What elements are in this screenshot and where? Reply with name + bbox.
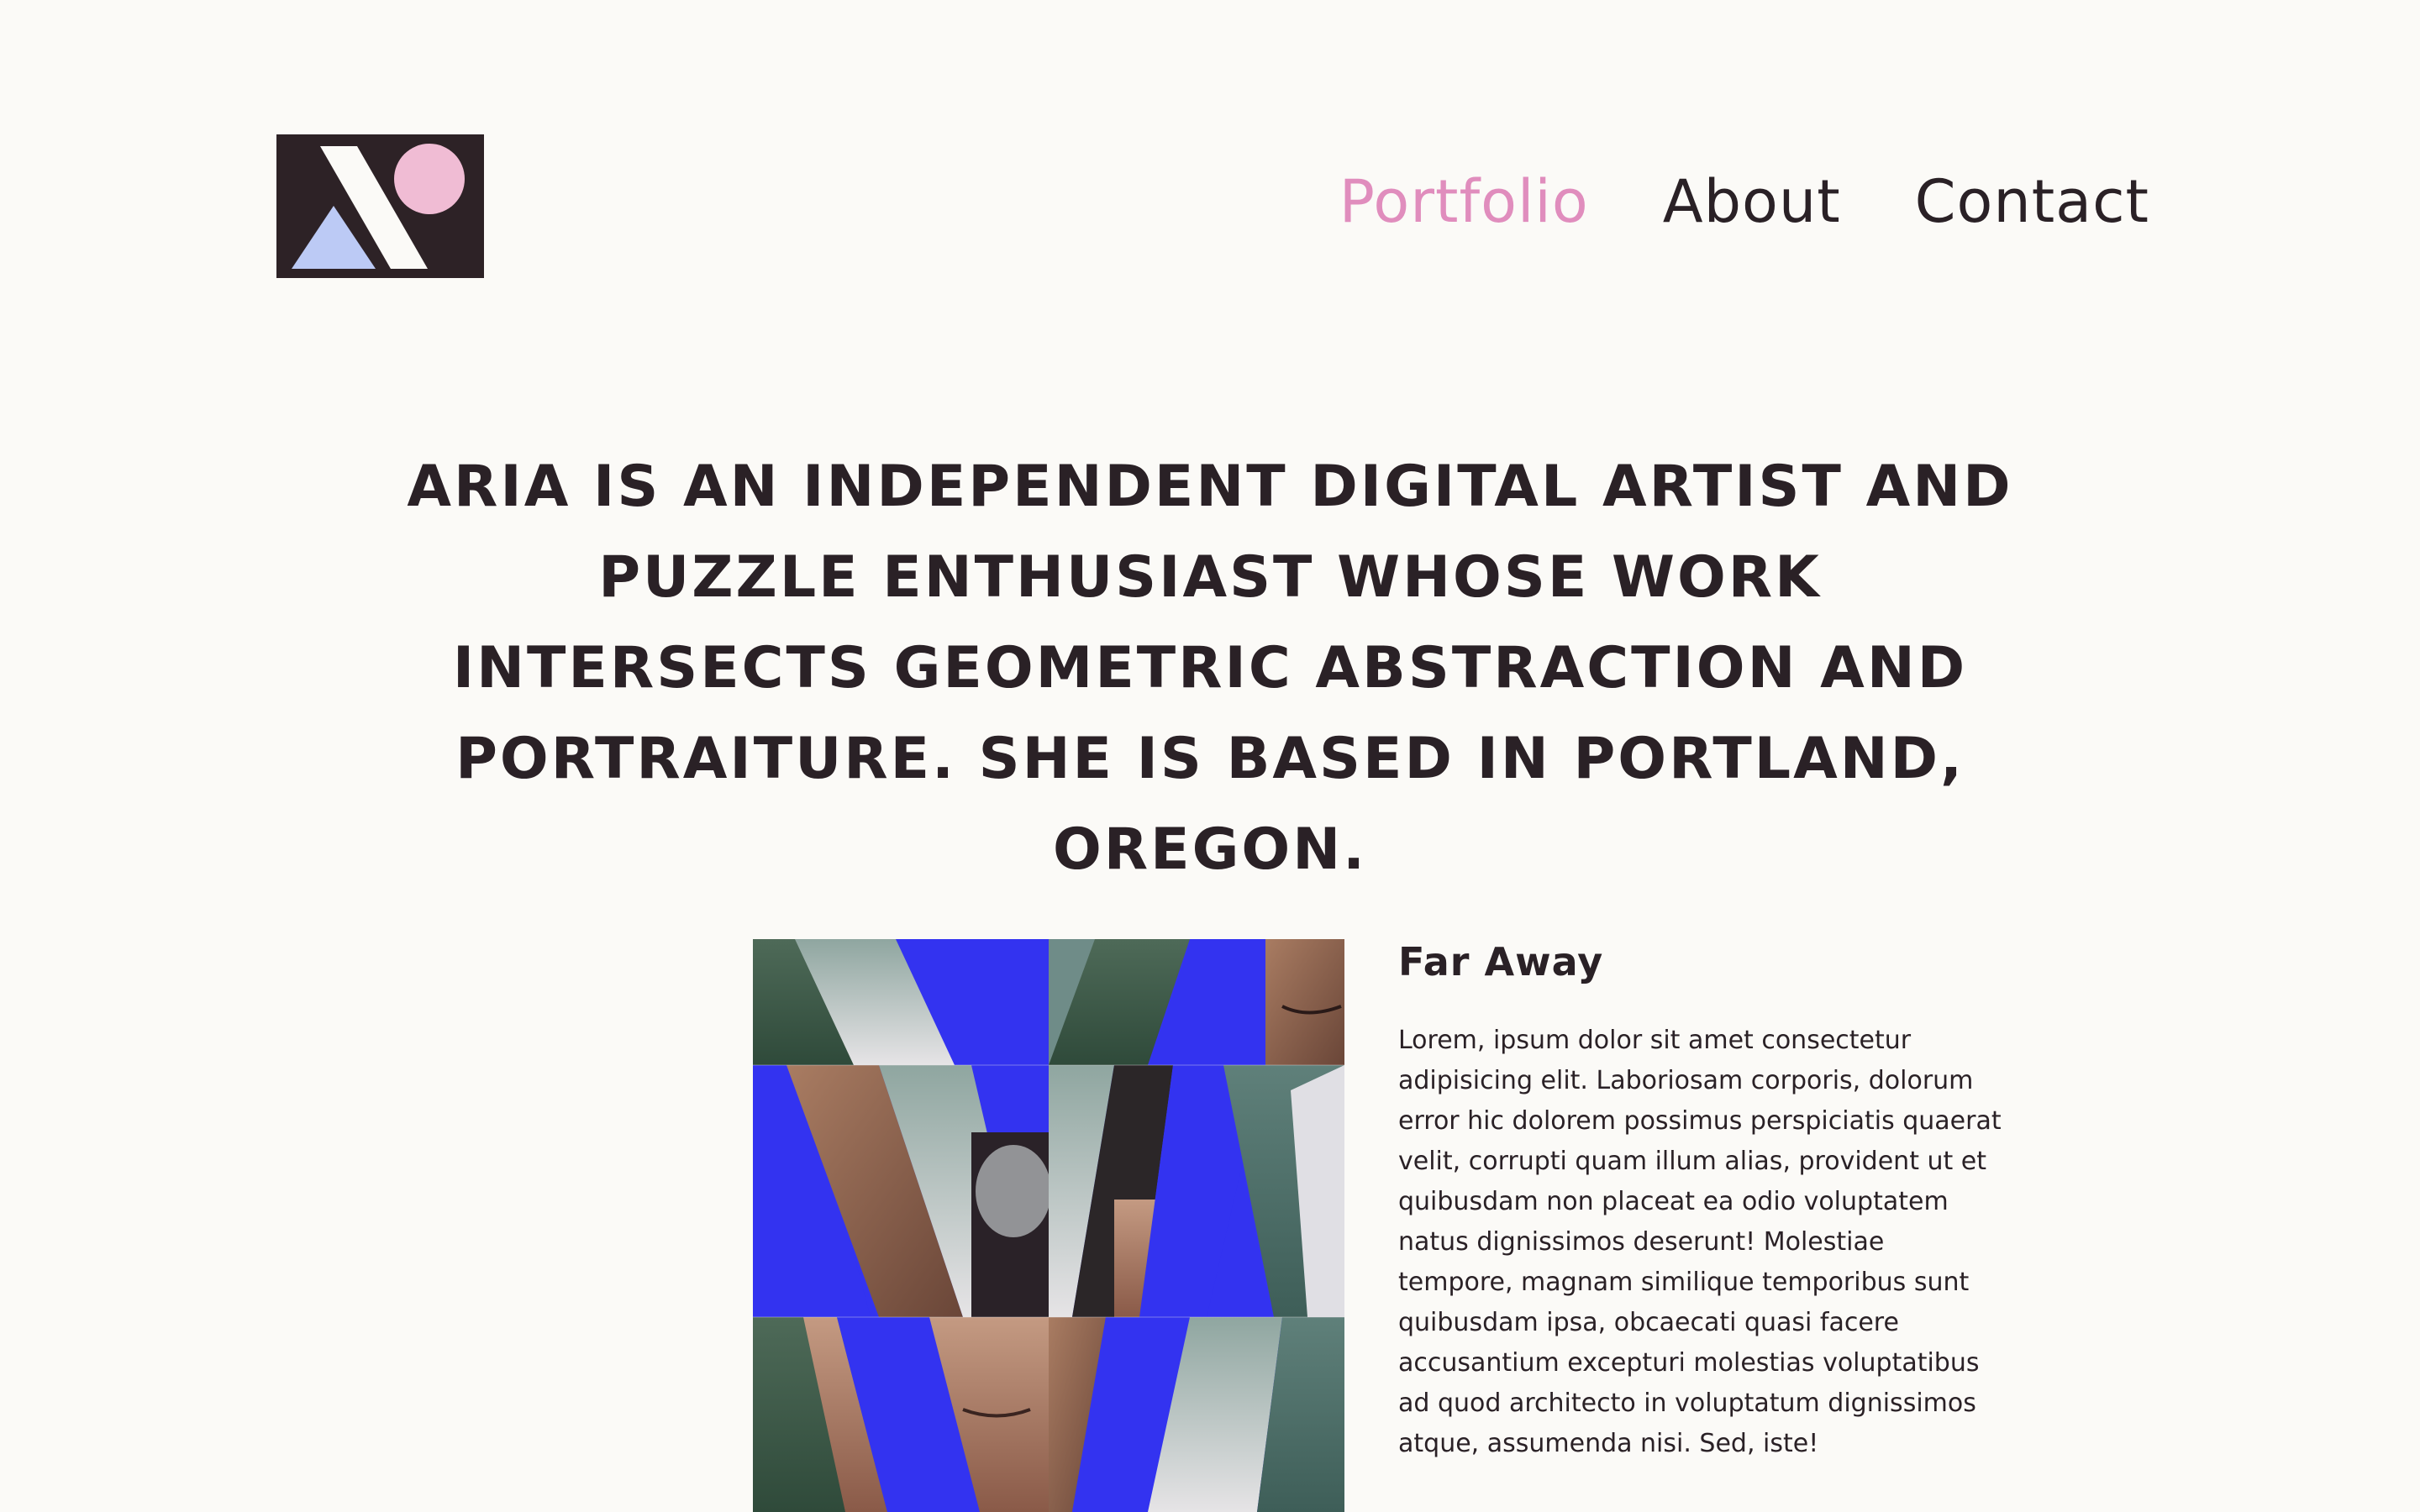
intro-statement: Aria is an independent digital artist an… — [407, 454, 2013, 883]
main-nav: Portfolio About Contact — [1339, 172, 2149, 231]
geometric-portrait-artwork-icon[interactable] — [753, 939, 1344, 1512]
work-description: Lorem, ipsum dolor sit amet consectetur … — [1398, 1026, 2002, 1458]
nav-about-link[interactable]: About — [1663, 172, 1841, 231]
nav-contact-link[interactable]: Contact — [1915, 172, 2149, 231]
aria-logo-icon[interactable] — [276, 134, 484, 278]
nav-portfolio-link[interactable]: Portfolio — [1339, 172, 1589, 231]
work-title: Far Away — [1398, 939, 1604, 984]
